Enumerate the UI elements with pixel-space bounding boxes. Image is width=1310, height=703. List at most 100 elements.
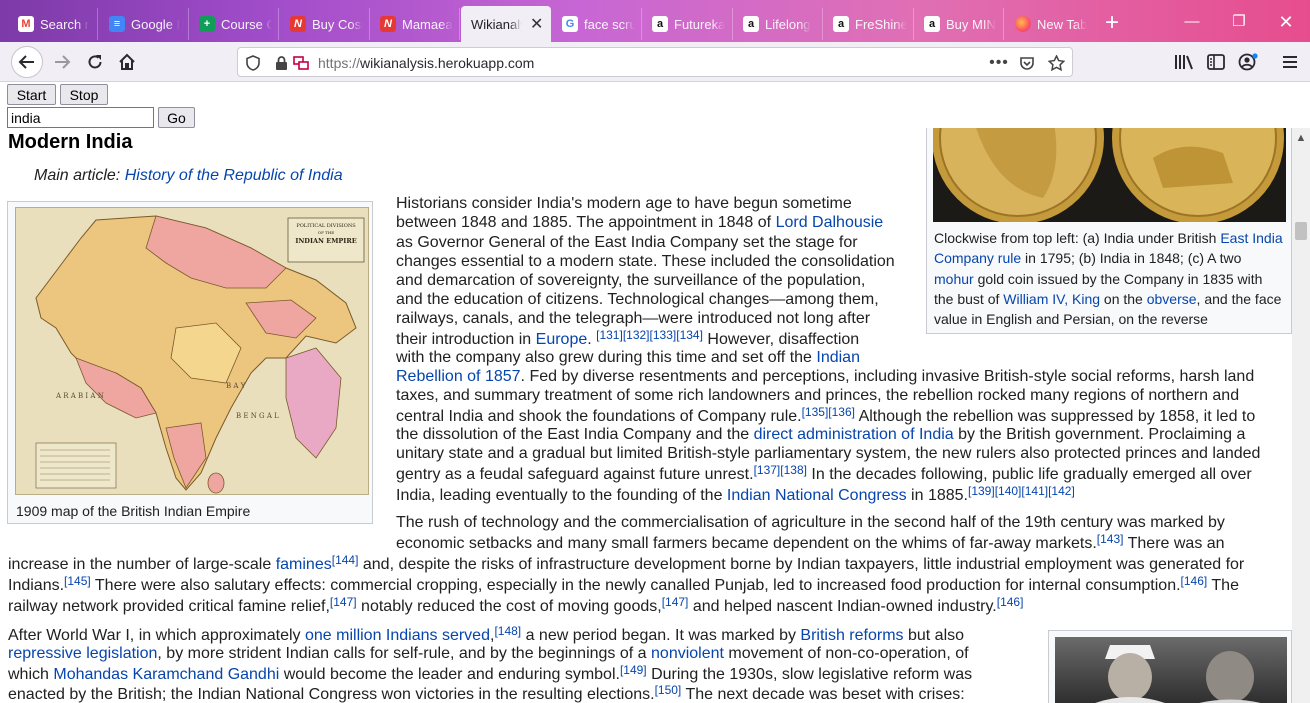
- back-button[interactable]: [11, 46, 43, 78]
- main-article-link[interactable]: History of the Republic of India: [125, 167, 343, 184]
- citation-link[interactable]: [140]: [995, 484, 1022, 498]
- citation-link[interactable]: [138]: [780, 463, 807, 477]
- citation-link[interactable]: [132]: [623, 328, 650, 342]
- reload-button[interactable]: [79, 46, 111, 78]
- citation-link[interactable]: [147]: [330, 595, 357, 609]
- tab-amazon-2[interactable]: a Lifelong: [733, 8, 823, 40]
- text-span: The: [1207, 577, 1239, 594]
- citation-link[interactable]: [133]: [650, 328, 677, 342]
- pocket-icon[interactable]: [1018, 54, 1036, 72]
- citation-link[interactable]: [144]: [332, 553, 359, 567]
- indian-rebellion-link[interactable]: Indian: [816, 349, 860, 366]
- citation-link[interactable]: [131]: [596, 328, 623, 342]
- window-close-icon[interactable]: ✕: [1272, 10, 1300, 34]
- navigation-toolbar: https://wikianalysis.herokuapp.com •••: [0, 42, 1310, 82]
- caption-text: on the: [1100, 290, 1147, 307]
- shield-icon[interactable]: [244, 54, 262, 72]
- tab-title: Wikianaly: [471, 16, 523, 32]
- stop-button[interactable]: Stop: [60, 84, 108, 105]
- tab-google-sheets[interactable]: + Course C: [189, 8, 279, 40]
- tab-google-search[interactable]: G face scru: [552, 8, 642, 40]
- tab-title: face scru: [584, 16, 635, 32]
- citation-link[interactable]: [149]: [620, 663, 647, 677]
- citation-link[interactable]: [134]: [676, 328, 703, 342]
- scroll-up-arrow-icon[interactable]: ▲: [1292, 130, 1310, 146]
- citation-link[interactable]: [147]: [662, 595, 689, 609]
- citation-link[interactable]: [148]: [494, 624, 521, 638]
- citation-link[interactable]: [146]: [997, 595, 1024, 609]
- scrollbar-thumb[interactable]: [1295, 222, 1307, 240]
- tab-wikianalysis[interactable]: Wikianaly ✕: [461, 6, 551, 42]
- menu-icon[interactable]: [1279, 52, 1301, 72]
- nonviolent-link[interactable]: nonviolent: [651, 645, 724, 662]
- one-million-indians-link[interactable]: one million Indians served: [305, 627, 490, 644]
- citation-link[interactable]: [146]: [1181, 574, 1208, 588]
- lock-icon[interactable]: [272, 54, 290, 72]
- text-line: repressive legislation, by more strident…: [8, 644, 969, 664]
- url-bar[interactable]: https://wikianalysis.herokuapp.com •••: [237, 47, 1073, 77]
- mohur-link[interactable]: mohur: [934, 271, 974, 287]
- citation-link[interactable]: [135]: [802, 405, 829, 419]
- coin-image[interactable]: [933, 128, 1286, 222]
- coin-caption: Clockwise from top left: (a) India under…: [934, 228, 1284, 329]
- text-line: which Mohandas Karamchand Gandhi would b…: [8, 664, 972, 685]
- lord-dalhousie-link[interactable]: Lord Dalhousie: [776, 214, 884, 231]
- text-line: India, leading eventually to the foundin…: [396, 485, 1075, 506]
- page-actions-icon[interactable]: •••: [989, 54, 1008, 72]
- citation-link[interactable]: [150]: [655, 683, 682, 697]
- tab-amazon-3[interactable]: a FreShine: [823, 8, 914, 40]
- new-tab-plus-icon[interactable]: +: [1100, 11, 1124, 36]
- text-line: railways, canals, and the telegraph—were…: [396, 310, 871, 327]
- nehru-gandhi-photo[interactable]: [1055, 637, 1287, 703]
- text-line: changes essential to a modern state. The…: [396, 253, 895, 270]
- repressive-legislation-link[interactable]: repressive legislation: [8, 645, 157, 662]
- british-reforms-link[interactable]: British reforms: [800, 627, 903, 644]
- start-button[interactable]: Start: [7, 84, 56, 105]
- text-line: the dissolution of the East India Compan…: [396, 425, 1245, 445]
- tab-google-docs[interactable]: ≡ Google I: [99, 8, 189, 40]
- text-span: The next decade was beset with crises:: [681, 686, 965, 703]
- tab-brand-2[interactable]: N Mamaea: [370, 8, 460, 40]
- go-button[interactable]: Go: [158, 107, 195, 128]
- account-icon[interactable]: [1237, 52, 1259, 72]
- citation-link[interactable]: [136]: [828, 405, 855, 419]
- tab-brand-1[interactable]: N Buy Cosr: [280, 8, 370, 40]
- amazon-icon: a: [652, 16, 668, 32]
- tab-title: New Tab: [1037, 16, 1088, 32]
- close-icon[interactable]: ✕: [528, 15, 545, 33]
- citation-link[interactable]: [141]: [1021, 484, 1048, 498]
- minimize-icon[interactable]: —: [1178, 10, 1206, 34]
- william-iv-link[interactable]: William IV, King: [1003, 291, 1100, 307]
- tab-new-tab[interactable]: New Tab: [1005, 8, 1095, 40]
- restore-icon[interactable]: ❐: [1225, 10, 1253, 34]
- citation-link[interactable]: [137]: [754, 463, 781, 477]
- citation-link[interactable]: [143]: [1097, 532, 1124, 546]
- vertical-scrollbar[interactable]: ▲: [1292, 128, 1310, 703]
- india-map-image[interactable]: POLITICAL DIVISIONS OF THE INDIAN EMPIRE…: [15, 207, 369, 495]
- home-button[interactable]: [111, 46, 143, 78]
- citation-link[interactable]: [142]: [1048, 484, 1075, 498]
- citation-link[interactable]: [145]: [64, 574, 91, 588]
- famines-link[interactable]: famines: [276, 556, 332, 573]
- text-line: railway network provided critical famine…: [8, 596, 1023, 617]
- search-input[interactable]: [7, 107, 154, 128]
- tab-amazon-1[interactable]: a Futureka: [642, 8, 733, 40]
- text-span: economic setbacks and many small farmers…: [396, 535, 1097, 552]
- europe-link[interactable]: Europe: [536, 331, 588, 348]
- bookmark-star-icon[interactable]: [1047, 54, 1065, 72]
- indian-national-congress-link[interactable]: Indian National Congress: [727, 487, 907, 504]
- sidebar-icon[interactable]: [1205, 52, 1227, 72]
- indian-rebellion-link[interactable]: Rebellion of 1857: [396, 368, 521, 385]
- citation-link[interactable]: [139]: [968, 484, 995, 498]
- gandhi-link[interactable]: Mohandas Karamchand Gandhi: [53, 666, 279, 683]
- forward-button[interactable]: [46, 46, 78, 78]
- permissions-icon[interactable]: [292, 54, 310, 72]
- main-article-note: Main article: History of the Republic of…: [34, 166, 343, 186]
- library-icon[interactable]: [1173, 52, 1195, 72]
- direct-administration-link[interactable]: direct administration of India: [754, 426, 954, 443]
- coin-illustration: [933, 128, 1286, 222]
- text-span: which: [8, 666, 54, 683]
- obverse-link[interactable]: obverse: [1147, 291, 1197, 307]
- tab-gmail[interactable]: M Search r: [8, 8, 98, 40]
- tab-amazon-4[interactable]: a Buy MIN: [914, 8, 1004, 40]
